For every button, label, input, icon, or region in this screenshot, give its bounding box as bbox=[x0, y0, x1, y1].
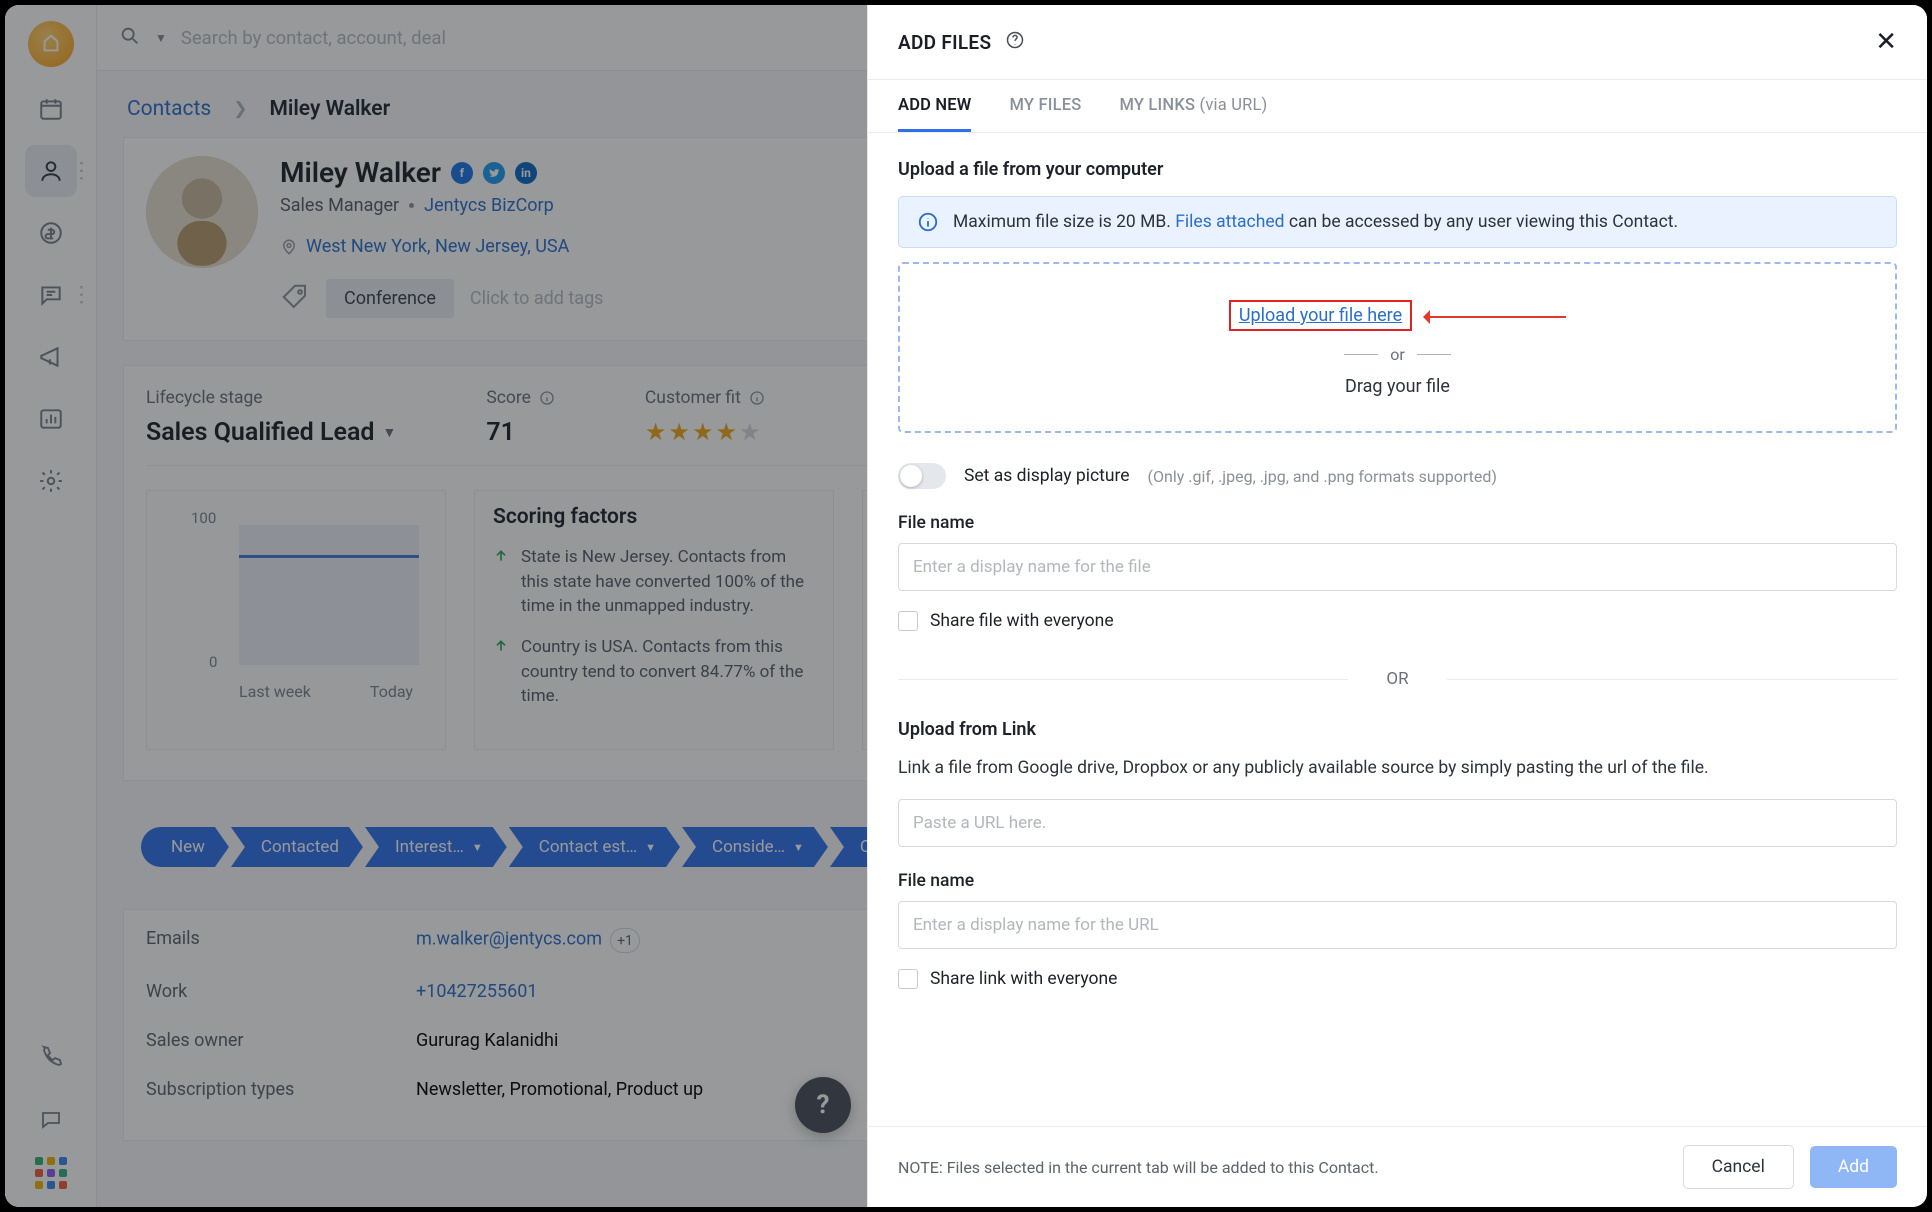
cancel-button[interactable]: Cancel bbox=[1683, 1145, 1794, 1189]
modal-title: ADD FILES bbox=[898, 31, 991, 54]
display-picture-toggle[interactable] bbox=[898, 463, 946, 489]
info-icon bbox=[917, 211, 939, 233]
url-name-input[interactable] bbox=[898, 901, 1897, 949]
display-picture-label: Set as display picture bbox=[964, 466, 1130, 486]
section-divider: OR bbox=[898, 669, 1897, 689]
link-section-title: Upload from Link bbox=[898, 719, 1897, 740]
files-attached-link[interactable]: Files attached bbox=[1175, 212, 1284, 232]
footer-note: NOTE: Files selected in the current tab … bbox=[898, 1158, 1379, 1177]
info-banner: Maximum file size is 20 MB. Files attach… bbox=[898, 196, 1897, 248]
dropzone-drag-text: Drag your file bbox=[900, 376, 1895, 397]
share-link-label: Share link with everyone bbox=[930, 969, 1117, 989]
dropzone-or: or bbox=[900, 345, 1895, 364]
tab-add-new[interactable]: ADD NEW bbox=[898, 80, 971, 132]
share-file-label: Share file with everyone bbox=[930, 611, 1114, 631]
annotation-arrow bbox=[1426, 316, 1566, 318]
banner-text-post: can be accessed by any user viewing this… bbox=[1285, 212, 1679, 232]
modal-footer: NOTE: Files selected in the current tab … bbox=[868, 1126, 1927, 1207]
upload-dropzone[interactable]: Upload your file here or Drag your file bbox=[898, 262, 1897, 433]
filename-label: File name bbox=[898, 513, 1897, 533]
tab-my-files[interactable]: MY FILES bbox=[1009, 80, 1081, 132]
close-icon[interactable]: ✕ bbox=[1875, 27, 1897, 57]
display-picture-hint: (Only .gif, .jpeg, .jpg, and .png format… bbox=[1148, 467, 1497, 486]
link-section-desc: Link a file from Google drive, Dropbox o… bbox=[898, 756, 1897, 781]
add-button[interactable]: Add bbox=[1810, 1146, 1897, 1188]
add-files-modal: ADD FILES ✕ ADD NEW MY FILES MY LINKS (v… bbox=[867, 5, 1927, 1207]
banner-text-pre: Maximum file size is 20 MB. bbox=[953, 212, 1175, 232]
modal-tabs: ADD NEW MY FILES MY LINKS (via URL) bbox=[868, 80, 1927, 133]
upload-file-link[interactable]: Upload your file here bbox=[1229, 300, 1412, 331]
tab-my-links[interactable]: MY LINKS (via URL) bbox=[1119, 80, 1267, 132]
filename-input[interactable] bbox=[898, 543, 1897, 591]
share-file-checkbox[interactable] bbox=[898, 611, 918, 631]
upload-section-title: Upload a file from your computer bbox=[898, 159, 1897, 180]
url-name-label: File name bbox=[898, 871, 1897, 891]
url-input[interactable] bbox=[898, 799, 1897, 847]
help-icon[interactable] bbox=[1005, 30, 1025, 54]
share-link-checkbox[interactable] bbox=[898, 969, 918, 989]
